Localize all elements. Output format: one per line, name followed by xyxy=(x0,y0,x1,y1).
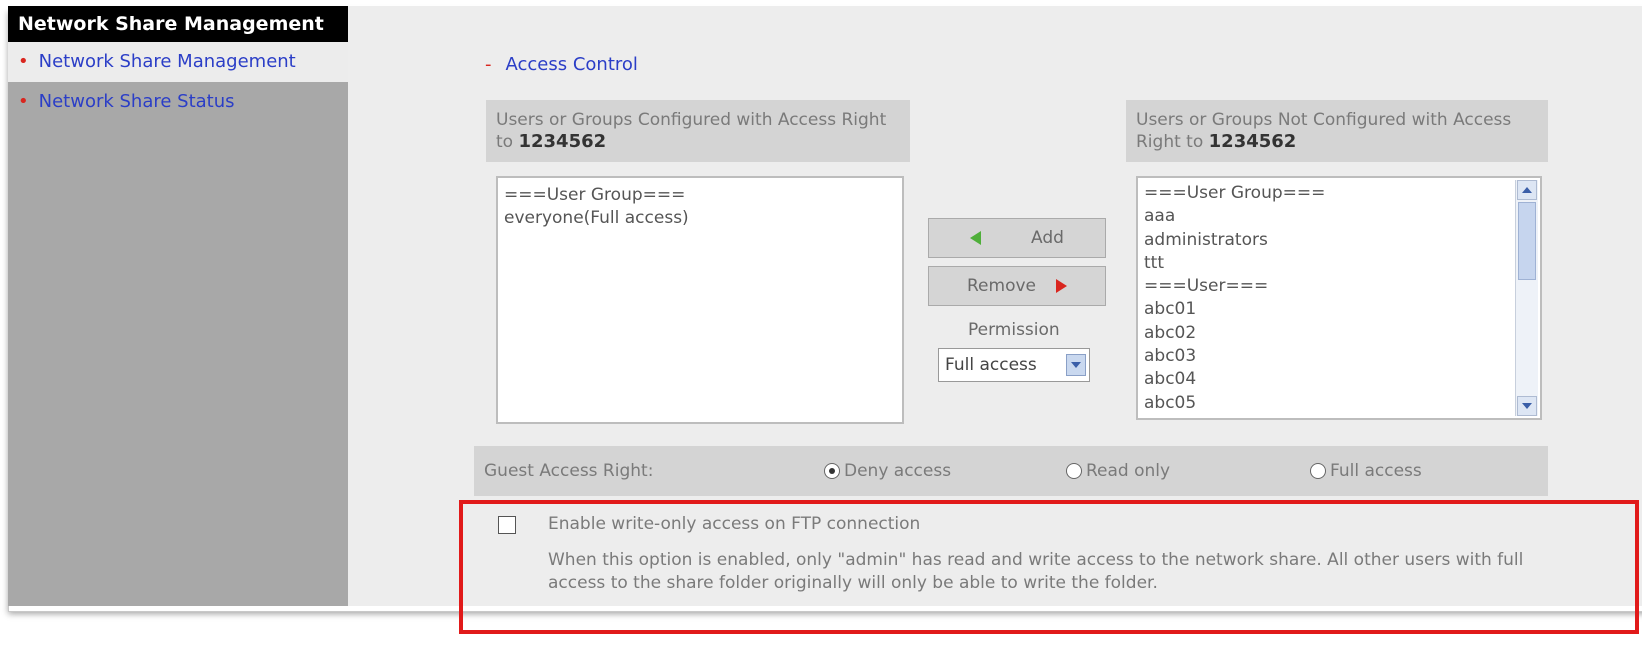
list-item[interactable]: abc01 xyxy=(1144,298,1534,321)
add-button[interactable]: Add xyxy=(928,218,1106,258)
guest-access-label: Guest Access Right: xyxy=(484,461,654,481)
radio-empty-icon xyxy=(1066,463,1082,479)
list-item[interactable]: abc03 xyxy=(1144,345,1534,368)
sidebar-item-network-share-management[interactable]: • Network Share Management xyxy=(8,42,348,82)
not-configured-header-text: Users or Groups Not Configured with Acce… xyxy=(1136,110,1512,152)
remove-label: Remove xyxy=(967,276,1036,296)
scroll-up-icon[interactable] xyxy=(1517,180,1537,200)
list-item[interactable]: everyone(Full access) xyxy=(504,207,896,230)
scrollbar-thumb[interactable] xyxy=(1518,202,1536,280)
list-item[interactable]: abc04 xyxy=(1144,368,1534,391)
chevron-down-icon[interactable] xyxy=(1066,354,1086,376)
list-item[interactable]: administrators xyxy=(1144,229,1534,252)
list-item[interactable]: ===User Group=== xyxy=(504,184,896,207)
list-item[interactable]: abc05 xyxy=(1144,392,1534,415)
arrow-left-icon xyxy=(970,231,982,245)
permission-label: Permission xyxy=(968,320,1060,340)
configured-share-name: 1234562 xyxy=(518,131,607,152)
permission-value: Full access xyxy=(945,355,1037,375)
not-configured-listbox[interactable]: ===User Group=== aaa administrators ttt … xyxy=(1136,176,1542,420)
configured-list-header: Users or Groups Configured with Access R… xyxy=(486,100,910,162)
sidebar-item-label: Network Share Management xyxy=(38,51,296,72)
guest-access-row: Guest Access Right: Deny access Read onl… xyxy=(474,446,1548,496)
list-item[interactable]: aaa xyxy=(1144,205,1534,228)
radio-empty-icon xyxy=(1310,463,1326,479)
list-item[interactable]: ttt xyxy=(1144,252,1534,275)
access-control-toggle[interactable]: - Access Control xyxy=(485,54,638,75)
bullet-icon: • xyxy=(18,91,29,112)
arrow-right-icon xyxy=(1056,279,1067,293)
sidebar-item-label: Network Share Status xyxy=(38,91,235,112)
section-title: Access Control xyxy=(505,54,638,75)
sidebar-title: Network Share Management xyxy=(8,6,348,42)
radio-full-access[interactable]: Full access xyxy=(1310,446,1422,496)
list-item[interactable]: ===User Group=== xyxy=(1144,182,1534,205)
bullet-icon: • xyxy=(18,51,29,72)
radio-label: Read only xyxy=(1086,461,1171,481)
remove-button[interactable]: Remove xyxy=(928,266,1106,306)
radio-deny-access[interactable]: Deny access xyxy=(824,446,951,496)
not-configured-share-name: 1234562 xyxy=(1208,131,1297,152)
list-item[interactable]: abc02 xyxy=(1144,322,1534,345)
radio-label: Full access xyxy=(1330,461,1422,481)
configured-listbox[interactable]: ===User Group=== everyone(Full access) xyxy=(496,176,904,424)
sidebar: Network Share Management • Network Share … xyxy=(8,6,348,606)
list-item[interactable]: ===User=== xyxy=(1144,275,1534,298)
radio-selected-icon xyxy=(824,463,840,479)
radio-label: Deny access xyxy=(844,461,952,481)
scroll-down-icon[interactable] xyxy=(1517,396,1537,416)
sidebar-item-network-share-status[interactable]: • Network Share Status xyxy=(8,82,348,122)
highlight-box xyxy=(459,500,1639,634)
listbox-scrollbar[interactable] xyxy=(1515,180,1538,416)
not-configured-list-header: Users or Groups Not Configured with Acce… xyxy=(1126,100,1548,162)
add-label: Add xyxy=(1031,228,1064,248)
permission-select[interactable]: Full access xyxy=(938,348,1090,382)
collapse-icon: - xyxy=(485,54,492,75)
radio-read-only[interactable]: Read only xyxy=(1066,446,1170,496)
